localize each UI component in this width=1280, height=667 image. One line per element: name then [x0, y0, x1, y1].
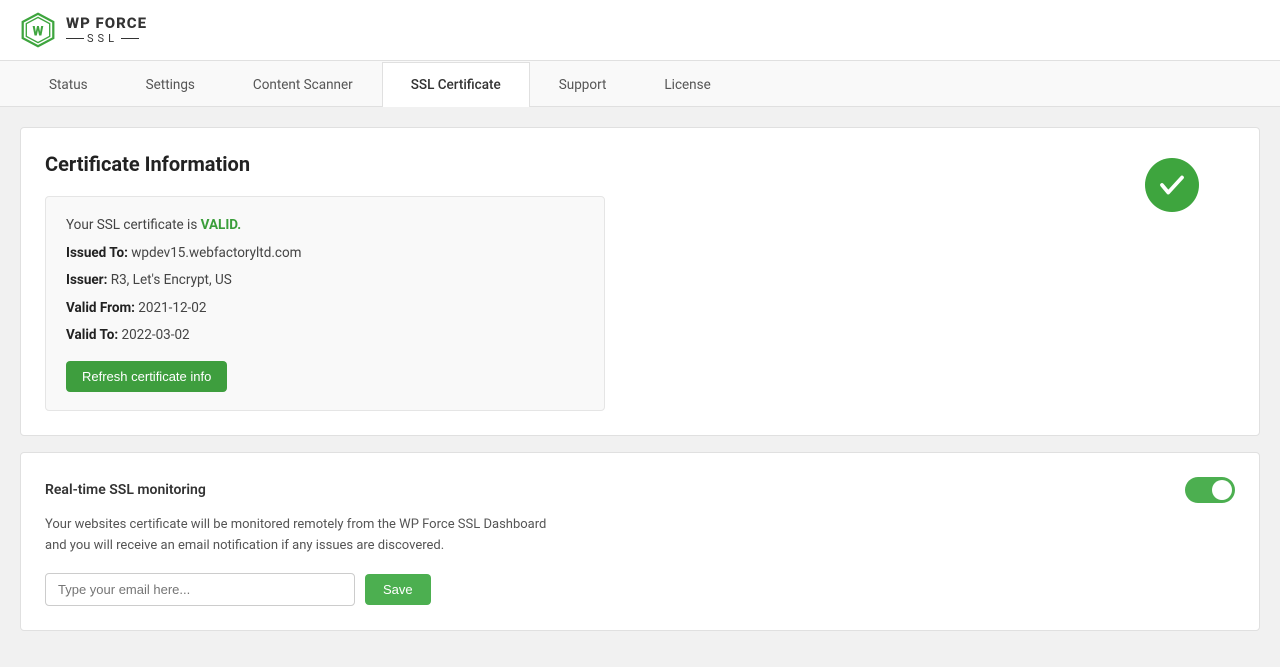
tab-status[interactable]: Status [20, 62, 117, 107]
cert-valid-to-label: Valid To: [66, 327, 118, 343]
email-input[interactable] [45, 573, 355, 606]
logo-wp-force-label: WP FORCE [66, 15, 147, 32]
monitoring-card: Real-time SSL monitoring Your websites c… [20, 452, 1260, 631]
save-button[interactable]: Save [365, 574, 431, 605]
valid-checkmark-badge [1145, 158, 1199, 212]
toggle-slider [1185, 477, 1235, 503]
cert-issuer: Issuer: R3, Let's Encrypt, US [66, 270, 584, 292]
cert-valid-from-value: 2021-12-02 [135, 300, 207, 316]
certificate-section-title: Certificate Information [45, 152, 1235, 176]
monitoring-description: Your websites certificate will be monito… [45, 515, 565, 557]
cert-validity-line: Your SSL certificate is VALID. [66, 215, 584, 237]
cert-issuer-label: Issuer: [66, 272, 107, 288]
email-row: Save [45, 573, 1235, 606]
logo-ssl-label: SSL [66, 32, 147, 45]
cert-issued-to-value: wpdev15.webfactoryltd.com [128, 245, 302, 261]
tab-support[interactable]: Support [530, 62, 636, 107]
logo: W WP FORCE SSL [20, 12, 147, 48]
cert-validity-prefix: Your SSL certificate is [66, 217, 201, 233]
tab-settings[interactable]: Settings [117, 62, 224, 107]
monitoring-label: Real-time SSL monitoring [45, 482, 206, 498]
cert-info-box: Your SSL certificate is VALID. Issued To… [45, 196, 605, 411]
header: W WP FORCE SSL [0, 0, 1280, 61]
logo-icon: W [20, 12, 56, 48]
toggle-container[interactable] [1185, 477, 1235, 503]
cert-valid-from-label: Valid From: [66, 300, 135, 316]
logo-text: WP FORCE SSL [66, 15, 147, 45]
monitoring-toggle[interactable] [1185, 477, 1235, 503]
cert-issued-to-label: Issued To: [66, 245, 128, 261]
cert-valid-to: Valid To: 2022-03-02 [66, 325, 584, 347]
refresh-certificate-button[interactable]: Refresh certificate info [66, 361, 227, 392]
cert-valid-to-value: 2022-03-02 [118, 327, 190, 343]
tab-license[interactable]: License [635, 62, 739, 107]
svg-text:W: W [33, 24, 44, 39]
tab-ssl-certificate[interactable]: SSL Certificate [382, 62, 530, 107]
certificate-card: Certificate Information Your SSL certifi… [20, 127, 1260, 436]
cert-validity-status: VALID. [201, 217, 242, 233]
checkmark-icon [1157, 170, 1187, 200]
main-content: Certificate Information Your SSL certifi… [0, 107, 1280, 667]
tabs-bar: Status Settings Content Scanner SSL Cert… [0, 61, 1280, 107]
tab-content-scanner[interactable]: Content Scanner [224, 62, 382, 107]
monitoring-header: Real-time SSL monitoring [45, 477, 1235, 503]
cert-valid-from: Valid From: 2021-12-02 [66, 298, 584, 320]
cert-issuer-value: R3, Let's Encrypt, US [107, 272, 231, 288]
cert-issued-to: Issued To: wpdev15.webfactoryltd.com [66, 243, 584, 265]
